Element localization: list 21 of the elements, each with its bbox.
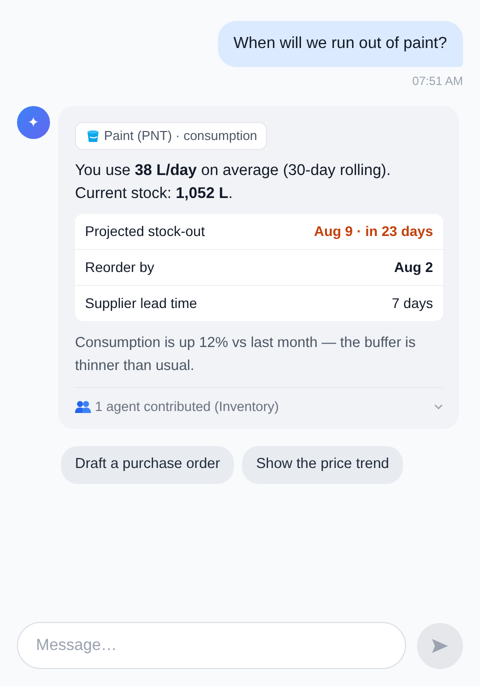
bucket-icon	[86, 128, 100, 143]
note-text: Consumption is up 12% vs last month — the buffer is thinner than usual.	[75, 332, 443, 388]
contributors-toggle[interactable]: 1 agent contributed (Inventory)	[75, 397, 443, 418]
tag-label: Paint (PNT) · consumption	[104, 127, 258, 145]
contributors-text: 1 agent contributed (Inventory)	[95, 398, 279, 416]
fact-value: 7 days	[392, 294, 433, 314]
fact-label: Projected stock-out	[85, 222, 205, 242]
suggestion-chip[interactable]: Draft a purchase order	[61, 446, 234, 484]
message-field[interactable]: Message…	[17, 622, 406, 669]
fact-value: Aug 2	[394, 258, 433, 278]
send-button[interactable]	[417, 622, 463, 668]
fact-label: Reorder by	[85, 258, 154, 278]
fact-label: Supplier lead time	[85, 294, 198, 314]
send-icon	[432, 638, 448, 652]
message-time: 07:51 AM	[412, 73, 463, 90]
fact-value: Aug 9 · in 23 days	[314, 222, 433, 242]
user-message: When will we run out of paint?	[218, 21, 463, 67]
summary-text: You use 38 L/day on average (30-day rolling). Current stock: 1,052 L.	[75, 161, 392, 204]
people-icon	[75, 400, 91, 414]
assistant-avatar: ✦	[17, 106, 50, 139]
suggestion-chip[interactable]: Show the price trend	[242, 446, 404, 484]
